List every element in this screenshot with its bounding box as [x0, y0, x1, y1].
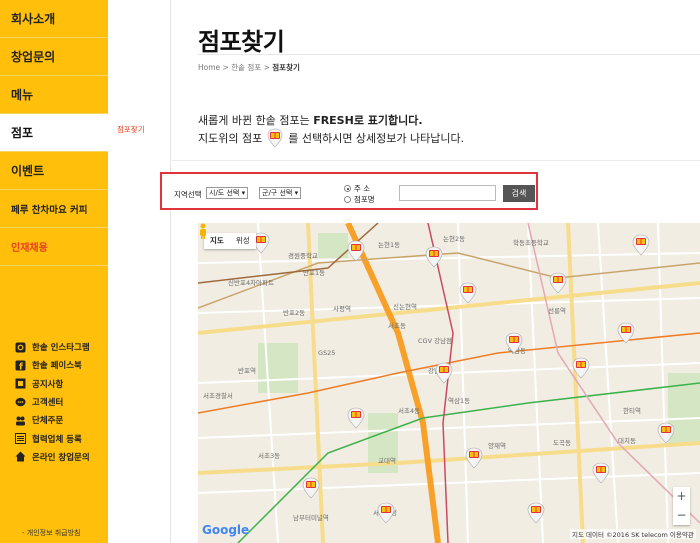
store-search-box: 지역선택 시/도 선택 ▾ 군/구 선택 ▾ 주 소 점포명 검색 — [160, 172, 538, 210]
map-label: 반포역 — [238, 366, 256, 375]
notice-link[interactable]: 공지사항 — [14, 375, 90, 393]
breadcrumb-sep: > — [261, 63, 273, 72]
map-label: 논현1동 — [378, 241, 400, 249]
map-label: 경원중학교 — [288, 251, 318, 260]
map-label: 논현2동 — [443, 235, 465, 243]
breadcrumb-sep: > — [220, 63, 232, 72]
district-select[interactable]: 군/구 선택 ▾ — [259, 187, 302, 199]
chat-icon — [14, 396, 26, 408]
sub-navigation: 점포찾기 — [108, 0, 171, 543]
map-label: 교대역 — [378, 456, 396, 465]
map-label: 서초동 — [388, 321, 406, 330]
intro-line-2: 지도위의 점포 를 선택하시면 상세정보가 나타납니다. — [198, 128, 464, 148]
district-select-value: 군/구 선택 — [262, 189, 293, 197]
pegman-icon[interactable] — [198, 223, 208, 239]
map-label: 서초경찰서 — [203, 391, 233, 400]
map-label: 한티역 — [623, 406, 641, 415]
map-label: CGV 강남점 — [418, 336, 452, 345]
privacy-policy-link[interactable]: - 개인정보 취급방침 — [22, 528, 81, 538]
social-label: 고객센터 — [32, 398, 64, 409]
group-order-link[interactable]: 단체주문 — [14, 411, 90, 429]
social-label: 협력업체 등록 — [32, 434, 82, 445]
facebook-link[interactable]: f 한솥 페이스북 — [14, 356, 90, 374]
nav-item-recruit[interactable]: 인재채용 — [0, 228, 108, 266]
social-label: 한솥 인스타그램 — [32, 343, 90, 354]
map-type-satellite[interactable]: 위성 — [230, 233, 256, 249]
intro-line-1: 새롭게 바뀐 한솥 점포는 FRESH로 표기합니다. — [198, 112, 423, 128]
map-label: 도곡동 — [553, 439, 571, 447]
radio-address[interactable]: 주 소 — [344, 183, 370, 194]
map-label: 반포2동 — [283, 308, 305, 317]
intro-bold: FRESH로 표기합니다. — [313, 114, 423, 127]
group-icon — [14, 414, 26, 426]
map-label: 사평역 — [333, 304, 351, 313]
breadcrumb-current: 점포찾기 — [272, 63, 300, 72]
online-franchise-link[interactable]: 온라인 창업문의 — [14, 448, 90, 466]
radio-address-dot[interactable] — [344, 185, 351, 192]
map-label: 남부터미널역 — [293, 513, 329, 522]
map-label: 신논현역 — [393, 302, 417, 311]
main-sidebar: 회사소개 창업문의 메뉴 점포 이벤트 페루 찬차마요 커피 인재채용 한솥 인… — [0, 0, 108, 543]
map-type-toggle: 지도 위성 — [204, 233, 256, 249]
zoom-out-button[interactable]: − — [673, 506, 690, 525]
map-label: 역삼1동 — [448, 396, 470, 405]
svg-text:f: f — [19, 362, 23, 371]
radio-store-dot[interactable] — [344, 196, 351, 203]
search-button[interactable]: 검색 — [503, 185, 535, 202]
region-label: 지역선택 — [174, 190, 202, 199]
social-label: 공지사항 — [32, 379, 64, 390]
page-title: 점포찾기 — [198, 28, 285, 56]
list-icon — [14, 433, 26, 445]
partner-link[interactable]: 협력업체 등록 — [14, 429, 90, 447]
map-label: 대치동 — [618, 436, 636, 445]
nav-item-company[interactable]: 회사소개 — [0, 0, 108, 38]
zoom-control: + − — [673, 487, 690, 525]
city-select-value: 시/도 선택 — [209, 189, 240, 197]
divider — [172, 160, 700, 161]
zoom-in-button[interactable]: + — [673, 487, 690, 506]
store-pin-icon — [265, 128, 285, 148]
map-label: 서초4동 — [398, 406, 420, 415]
nav-item-events[interactable]: 이벤트 — [0, 152, 108, 190]
map-label: 신반포4차아파트 — [228, 278, 274, 287]
social-label: 온라인 창업문의 — [32, 452, 90, 463]
nav-item-menu[interactable]: 메뉴 — [0, 76, 108, 114]
map-label: 반포1동 — [303, 268, 325, 277]
facebook-icon: f — [14, 359, 26, 371]
home-icon — [14, 451, 26, 463]
city-select[interactable]: 시/도 선택 ▾ — [206, 187, 249, 199]
support-link[interactable]: 고객센터 — [14, 393, 90, 411]
social-links: 한솥 인스타그램 f 한솥 페이스북 공지사항 고객센터 단체주문 협력업체 등… — [14, 338, 90, 466]
divider — [198, 54, 700, 55]
nav-item-franchise[interactable]: 창업문의 — [0, 38, 108, 76]
radio-store-label: 점포명 — [354, 195, 375, 204]
map-copyright: 지도 데이터 ©2016 SK telecom 이용약관 — [570, 529, 696, 539]
notice-icon — [14, 378, 26, 390]
main-content: 점포찾기 Home > 한솥 점포 > 점포찾기 새롭게 바뀐 한솥 점포는 F… — [160, 0, 700, 543]
instagram-icon — [14, 341, 26, 353]
nav-item-stores[interactable]: 점포 — [0, 114, 108, 152]
subnav-store-finder[interactable]: 점포찾기 — [117, 124, 145, 135]
map-label: 학동초등학교 — [513, 238, 549, 247]
search-input[interactable] — [399, 185, 496, 201]
nav-item-coffee[interactable]: 페루 찬차마요 커피 — [0, 190, 108, 228]
breadcrumb: Home > 한솥 점포 > 점포찾기 — [198, 62, 300, 73]
radio-store-name[interactable]: 점포명 — [344, 194, 375, 205]
intro-text: 새롭게 바뀐 한솥 점포는 — [198, 114, 314, 127]
intro-text: 지도위의 점포 — [198, 132, 263, 145]
map-label: GS25 — [318, 349, 335, 357]
map-label: 서초3동 — [258, 451, 280, 460]
social-label: 한솥 페이스북 — [32, 361, 82, 372]
breadcrumb-stores[interactable]: 한솥 점포 — [231, 63, 261, 72]
map-label: 양재역 — [488, 441, 506, 450]
social-label: 단체주문 — [32, 416, 64, 427]
store-map[interactable]: 논현1동 논현2동 반포1동 반포2동 사평역 신논현역 역삼동 서초동 서초4… — [198, 223, 700, 543]
breadcrumb-home[interactable]: Home — [198, 63, 220, 72]
map-label: 선릉역 — [548, 306, 566, 315]
map-canvas[interactable]: 논현1동 논현2동 반포1동 반포2동 사평역 신논현역 역삼동 서초동 서초4… — [198, 223, 700, 543]
instagram-link[interactable]: 한솥 인스타그램 — [14, 338, 90, 356]
intro-text: 를 선택하시면 상세정보가 나타납니다. — [288, 132, 465, 145]
google-logo: Google — [202, 523, 250, 537]
radio-address-label: 주 소 — [354, 184, 371, 193]
